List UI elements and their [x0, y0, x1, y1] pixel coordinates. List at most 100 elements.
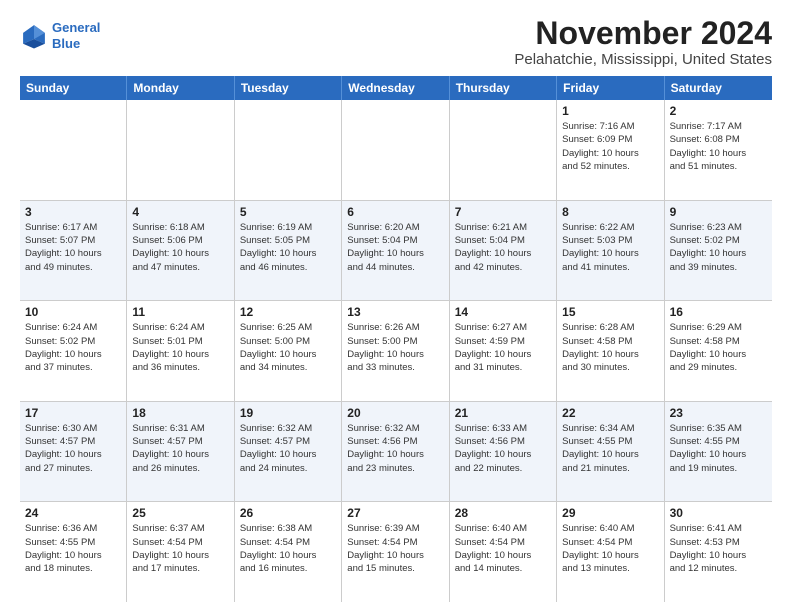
day-num-27: 27: [347, 506, 443, 520]
cell-2-7: 9 Sunrise: 6:23 AM Sunset: 5:02 PM Daylig…: [665, 201, 772, 301]
cell-1-1: [20, 100, 127, 200]
day-num-20: 20: [347, 406, 443, 420]
day-num-18: 18: [132, 406, 228, 420]
cell-info-28: Sunrise: 6:40 AM Sunset: 4:54 PM Dayligh…: [455, 522, 551, 575]
day-num-17: 17: [25, 406, 121, 420]
calendar-title: November 2024: [514, 16, 772, 51]
col-sunday: Sunday: [20, 76, 127, 100]
cell-3-6: 15 Sunrise: 6:28 AM Sunset: 4:58 PM Dayli…: [557, 301, 664, 401]
cell-info-4: Sunrise: 6:18 AM Sunset: 5:06 PM Dayligh…: [132, 221, 228, 274]
day-num-30: 30: [670, 506, 767, 520]
cell-4-6: 22Sunrise: 6:34 AM Sunset: 4:55 PM Dayli…: [557, 402, 664, 502]
cell-5-4: 27Sunrise: 6:39 AM Sunset: 4:54 PM Dayli…: [342, 502, 449, 602]
logo-line1: General: [52, 20, 100, 35]
day-num-26: 26: [240, 506, 336, 520]
day-num-19: 19: [240, 406, 336, 420]
cell-5-5: 28Sunrise: 6:40 AM Sunset: 4:54 PM Dayli…: [450, 502, 557, 602]
day-num-6: 6: [347, 205, 443, 219]
col-thursday: Thursday: [450, 76, 557, 100]
col-wednesday: Wednesday: [342, 76, 449, 100]
cell-2-4: 6 Sunrise: 6:20 AM Sunset: 5:04 PM Daylig…: [342, 201, 449, 301]
cell-info-10: Sunrise: 6:24 AM Sunset: 5:02 PM Dayligh…: [25, 321, 121, 374]
cell-5-2: 25Sunrise: 6:37 AM Sunset: 4:54 PM Dayli…: [127, 502, 234, 602]
cell-4-1: 17 Sunrise: 6:30 AM Sunset: 4:57 PM Dayli…: [20, 402, 127, 502]
cell-info-8: Sunrise: 6:22 AM Sunset: 5:03 PM Dayligh…: [562, 221, 658, 274]
day-num-11: 11: [132, 305, 228, 319]
cell-info-16: Sunrise: 6:29 AM Sunset: 4:58 PM Dayligh…: [670, 321, 767, 374]
cell-1-3: [235, 100, 342, 200]
cell-info-9: Sunrise: 6:23 AM Sunset: 5:02 PM Dayligh…: [670, 221, 767, 274]
cell-2-2: 4Sunrise: 6:18 AM Sunset: 5:06 PM Daylig…: [127, 201, 234, 301]
cell-4-2: 18 Sunrise: 6:31 AM Sunset: 4:57 PM Dayli…: [127, 402, 234, 502]
day-num-5: 5: [240, 205, 336, 219]
cell-4-4: 20Sunrise: 6:32 AM Sunset: 4:56 PM Dayli…: [342, 402, 449, 502]
cell-1-5: [450, 100, 557, 200]
day-num-16: 16: [670, 305, 767, 319]
calendar-subtitle: Pelahatchie, Mississippi, United States: [514, 51, 772, 68]
cell-3-1: 10Sunrise: 6:24 AM Sunset: 5:02 PM Dayli…: [20, 301, 127, 401]
cell-info-17: Sunrise: 6:30 AM Sunset: 4:57 PM Dayligh…: [25, 422, 121, 475]
col-saturday: Saturday: [665, 76, 772, 100]
cell-info-29: Sunrise: 6:40 AM Sunset: 4:54 PM Dayligh…: [562, 522, 658, 575]
logo-icon: [20, 22, 48, 50]
day-num-8: 8: [562, 205, 658, 219]
logo: General Blue: [20, 20, 100, 51]
cell-1-4: [342, 100, 449, 200]
cell-info-14: Sunrise: 6:27 AM Sunset: 4:59 PM Dayligh…: [455, 321, 551, 374]
day-num-14: 14: [455, 305, 551, 319]
week-row-4: 17 Sunrise: 6:30 AM Sunset: 4:57 PM Dayli…: [20, 402, 772, 503]
cell-info-1: Sunrise: 7:16 AM Sunset: 6:09 PM Dayligh…: [562, 120, 658, 173]
page-container: General Blue November 2024 Pelahatchie, …: [0, 0, 792, 612]
day-num-12: 12: [240, 305, 336, 319]
cell-info-6: Sunrise: 6:20 AM Sunset: 5:04 PM Dayligh…: [347, 221, 443, 274]
col-monday: Monday: [127, 76, 234, 100]
cell-info-25: Sunrise: 6:37 AM Sunset: 4:54 PM Dayligh…: [132, 522, 228, 575]
cell-3-4: 13 Sunrise: 6:26 AM Sunset: 5:00 PM Dayli…: [342, 301, 449, 401]
cell-info-15: Sunrise: 6:28 AM Sunset: 4:58 PM Dayligh…: [562, 321, 658, 374]
cell-info-21: Sunrise: 6:33 AM Sunset: 4:56 PM Dayligh…: [455, 422, 551, 475]
cell-4-3: 19Sunrise: 6:32 AM Sunset: 4:57 PM Dayli…: [235, 402, 342, 502]
day-num-21: 21: [455, 406, 551, 420]
week-row-5: 24 Sunrise: 6:36 AM Sunset: 4:55 PM Dayli…: [20, 502, 772, 602]
week-row-3: 10Sunrise: 6:24 AM Sunset: 5:02 PM Dayli…: [20, 301, 772, 402]
page-header: General Blue November 2024 Pelahatchie, …: [20, 16, 772, 68]
day-num-29: 29: [562, 506, 658, 520]
col-tuesday: Tuesday: [235, 76, 342, 100]
week-row-2: 3Sunrise: 6:17 AM Sunset: 5:07 PM Daylig…: [20, 201, 772, 302]
logo-line2: Blue: [52, 36, 80, 51]
col-friday: Friday: [557, 76, 664, 100]
cell-info-2: Sunrise: 7:17 AM Sunset: 6:08 PM Dayligh…: [670, 120, 767, 173]
cell-info-30: Sunrise: 6:41 AM Sunset: 4:53 PM Dayligh…: [670, 522, 767, 575]
day-num-3: 3: [25, 205, 121, 219]
week-row-1: 1 Sunrise: 7:16 AM Sunset: 6:09 PM Daylig…: [20, 100, 772, 201]
day-num-9: 9: [670, 205, 767, 219]
cell-1-7: 2 Sunrise: 7:17 AM Sunset: 6:08 PM Daylig…: [665, 100, 772, 200]
day-num-15: 15: [562, 305, 658, 319]
cell-3-5: 14 Sunrise: 6:27 AM Sunset: 4:59 PM Dayli…: [450, 301, 557, 401]
day-num-1: 1: [562, 104, 658, 118]
cell-3-3: 12Sunrise: 6:25 AM Sunset: 5:00 PM Dayli…: [235, 301, 342, 401]
cell-info-5: Sunrise: 6:19 AM Sunset: 5:05 PM Dayligh…: [240, 221, 336, 274]
cell-info-13: Sunrise: 6:26 AM Sunset: 5:00 PM Dayligh…: [347, 321, 443, 374]
cell-info-22: Sunrise: 6:34 AM Sunset: 4:55 PM Dayligh…: [562, 422, 658, 475]
day-num-24: 24: [25, 506, 121, 520]
cell-info-24: Sunrise: 6:36 AM Sunset: 4:55 PM Dayligh…: [25, 522, 121, 575]
cell-4-7: 23Sunrise: 6:35 AM Sunset: 4:55 PM Dayli…: [665, 402, 772, 502]
day-num-13: 13: [347, 305, 443, 319]
cell-1-2: [127, 100, 234, 200]
day-num-7: 7: [455, 205, 551, 219]
cell-2-3: 5 Sunrise: 6:19 AM Sunset: 5:05 PM Daylig…: [235, 201, 342, 301]
cell-info-7: Sunrise: 6:21 AM Sunset: 5:04 PM Dayligh…: [455, 221, 551, 274]
cell-3-2: 11 Sunrise: 6:24 AM Sunset: 5:01 PM Dayli…: [127, 301, 234, 401]
cell-info-23: Sunrise: 6:35 AM Sunset: 4:55 PM Dayligh…: [670, 422, 767, 475]
cell-3-7: 16 Sunrise: 6:29 AM Sunset: 4:58 PM Dayli…: [665, 301, 772, 401]
cell-info-18: Sunrise: 6:31 AM Sunset: 4:57 PM Dayligh…: [132, 422, 228, 475]
calendar-body: 1 Sunrise: 7:16 AM Sunset: 6:09 PM Daylig…: [20, 100, 772, 602]
cell-info-26: Sunrise: 6:38 AM Sunset: 4:54 PM Dayligh…: [240, 522, 336, 575]
cell-info-11: Sunrise: 6:24 AM Sunset: 5:01 PM Dayligh…: [132, 321, 228, 374]
day-num-2: 2: [670, 104, 767, 118]
cell-5-3: 26 Sunrise: 6:38 AM Sunset: 4:54 PM Dayli…: [235, 502, 342, 602]
title-block: November 2024 Pelahatchie, Mississippi, …: [514, 16, 772, 68]
cell-2-5: 7 Sunrise: 6:21 AM Sunset: 5:04 PM Daylig…: [450, 201, 557, 301]
cell-5-7: 30 Sunrise: 6:41 AM Sunset: 4:53 PM Dayli…: [665, 502, 772, 602]
